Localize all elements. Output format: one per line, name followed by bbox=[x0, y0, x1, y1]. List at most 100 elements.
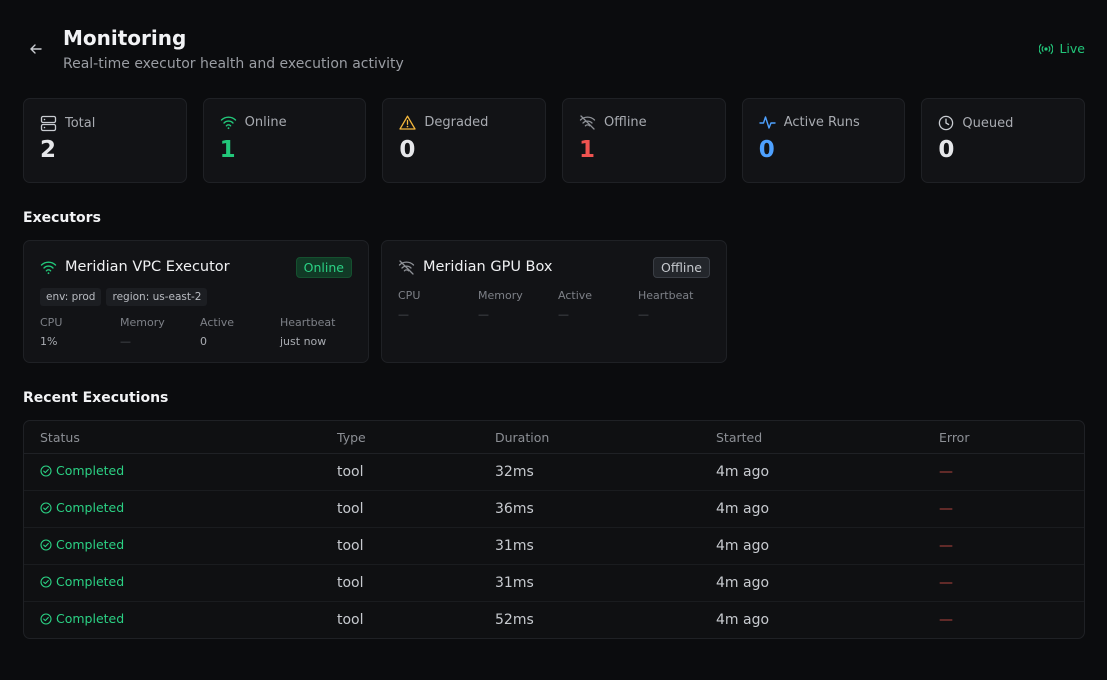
activity-icon bbox=[758, 116, 776, 129]
stat-value: 2 bbox=[40, 137, 57, 163]
metric-label: Memory bbox=[120, 316, 165, 329]
clock-icon bbox=[939, 115, 954, 131]
started-cell: 4m ago bbox=[716, 464, 770, 480]
live-label: Live bbox=[1059, 41, 1085, 56]
page-subtitle: Real-time executor health and execution … bbox=[63, 56, 404, 72]
status-cell: Completed bbox=[40, 500, 124, 515]
started-cell: 4m ago bbox=[716, 575, 770, 591]
tag-env: env: prod bbox=[40, 288, 102, 306]
stat-value: 1 bbox=[219, 137, 236, 163]
metric-memory: Memory — bbox=[120, 316, 200, 348]
metric-cpu: CPU — bbox=[398, 289, 478, 321]
type-cell: tool bbox=[337, 575, 364, 591]
back-button[interactable] bbox=[27, 40, 45, 58]
executions-table: Status Type Duration Started Error Compl… bbox=[23, 420, 1085, 639]
error-cell: — bbox=[939, 538, 953, 554]
table-row[interactable]: Completed tool 36ms 4m ago — bbox=[24, 491, 1084, 528]
metric-value: 0 bbox=[200, 335, 207, 348]
metric-label: Active bbox=[200, 316, 235, 329]
warning-icon bbox=[399, 115, 416, 130]
executor-card-vpc[interactable]: Meridian VPC Executor Online env: prod r… bbox=[23, 240, 369, 363]
error-cell: — bbox=[939, 501, 953, 517]
metric-label: Memory bbox=[478, 289, 523, 302]
executors-list: Meridian VPC Executor Online env: prod r… bbox=[23, 240, 727, 363]
stat-label: Total bbox=[65, 116, 96, 131]
column-error[interactable]: Error bbox=[939, 430, 969, 445]
metric-active: Active — bbox=[558, 289, 638, 321]
type-cell: tool bbox=[337, 464, 364, 480]
duration-cell: 52ms bbox=[495, 612, 534, 628]
duration-cell: 32ms bbox=[495, 464, 534, 480]
column-started[interactable]: Started bbox=[716, 430, 762, 445]
check-circle-icon bbox=[40, 612, 52, 625]
metric-heartbeat: Heartbeat — bbox=[638, 289, 718, 321]
executor-name: Meridian VPC Executor bbox=[65, 259, 230, 275]
started-cell: 4m ago bbox=[716, 612, 770, 628]
table-row[interactable]: Completed tool 31ms 4m ago — bbox=[24, 565, 1084, 602]
stat-value: 0 bbox=[938, 137, 955, 163]
executor-card-gpu[interactable]: Meridian GPU Box Offline CPU — Memory — … bbox=[381, 240, 727, 363]
table-body: Completed tool 32ms 4m ago — Completed tool 36m… bbox=[24, 454, 1084, 638]
metric-label: CPU bbox=[398, 289, 421, 302]
type-cell: tool bbox=[337, 538, 364, 554]
check-circle-icon bbox=[40, 575, 52, 588]
metric-value: 1% bbox=[40, 335, 58, 348]
table-row[interactable]: Completed tool 32ms 4m ago — bbox=[24, 454, 1084, 491]
status-cell: Completed bbox=[40, 574, 124, 589]
started-cell: 4m ago bbox=[716, 501, 770, 517]
status-badge: Offline bbox=[652, 257, 710, 278]
tag-region: region: us-east-2 bbox=[106, 288, 208, 306]
column-status[interactable]: Status bbox=[40, 430, 80, 445]
stat-label: Online bbox=[244, 115, 287, 130]
check-circle-icon bbox=[40, 538, 52, 551]
executor-name: Meridian GPU Box bbox=[423, 259, 553, 275]
check-circle-icon bbox=[40, 464, 52, 477]
metric-cpu: CPU 1% bbox=[40, 316, 120, 348]
stat-card-online: Online 1 bbox=[202, 98, 367, 183]
duration-cell: 36ms bbox=[495, 501, 534, 517]
stat-card-total: Total 2 bbox=[23, 98, 187, 183]
table-row[interactable]: Completed tool 31ms 4m ago — bbox=[24, 528, 1084, 565]
table-row[interactable]: Completed tool 52ms 4m ago — bbox=[24, 602, 1084, 638]
check-circle-icon bbox=[40, 501, 52, 514]
page-title: Monitoring bbox=[63, 26, 187, 50]
stat-value: 1 bbox=[579, 137, 596, 163]
column-duration[interactable]: Duration bbox=[495, 430, 549, 445]
type-cell: tool bbox=[337, 501, 364, 517]
status-label: Completed bbox=[56, 537, 125, 552]
status-cell: Completed bbox=[40, 611, 124, 626]
stat-label: Degraded bbox=[424, 115, 489, 130]
server-icon bbox=[40, 115, 57, 132]
error-cell: — bbox=[939, 464, 953, 480]
metric-value: — bbox=[638, 308, 649, 321]
wifi-off-icon bbox=[398, 259, 415, 275]
status-label: Completed bbox=[56, 574, 125, 589]
executor-metrics: CPU 1% Memory — Active 0 Heartbeat just … bbox=[40, 316, 360, 348]
status-label: Completed bbox=[56, 500, 125, 515]
column-type[interactable]: Type bbox=[337, 430, 366, 445]
status-label: Completed bbox=[56, 463, 125, 478]
metric-value: — bbox=[478, 308, 489, 321]
stat-card-offline: Offline 1 bbox=[562, 98, 726, 183]
metric-value: — bbox=[558, 308, 569, 321]
executors-heading: Executors bbox=[23, 210, 101, 226]
radio-icon bbox=[1039, 43, 1054, 54]
type-cell: tool bbox=[337, 612, 364, 628]
executor-tags: env: prod region: us-east-2 bbox=[40, 288, 208, 306]
arrow-left-icon bbox=[30, 44, 42, 54]
stat-label: Queued bbox=[962, 115, 1014, 131]
metric-active: Active 0 bbox=[200, 316, 280, 348]
error-cell: — bbox=[939, 612, 953, 628]
wifi-icon bbox=[220, 116, 236, 130]
stat-card-degraded: Degraded 0 bbox=[382, 98, 547, 183]
recent-executions-heading: Recent Executions bbox=[23, 390, 169, 406]
stat-value: 0 bbox=[399, 137, 416, 163]
wifi-off-icon bbox=[579, 115, 596, 130]
metric-label: CPU bbox=[40, 316, 63, 329]
metric-value: — bbox=[120, 335, 131, 348]
error-cell: — bbox=[939, 575, 953, 591]
live-indicator: Live bbox=[1039, 41, 1085, 56]
metric-label: Heartbeat bbox=[280, 316, 336, 329]
metric-value: — bbox=[398, 308, 409, 321]
table-header: Status Type Duration Started Error bbox=[24, 421, 1084, 454]
